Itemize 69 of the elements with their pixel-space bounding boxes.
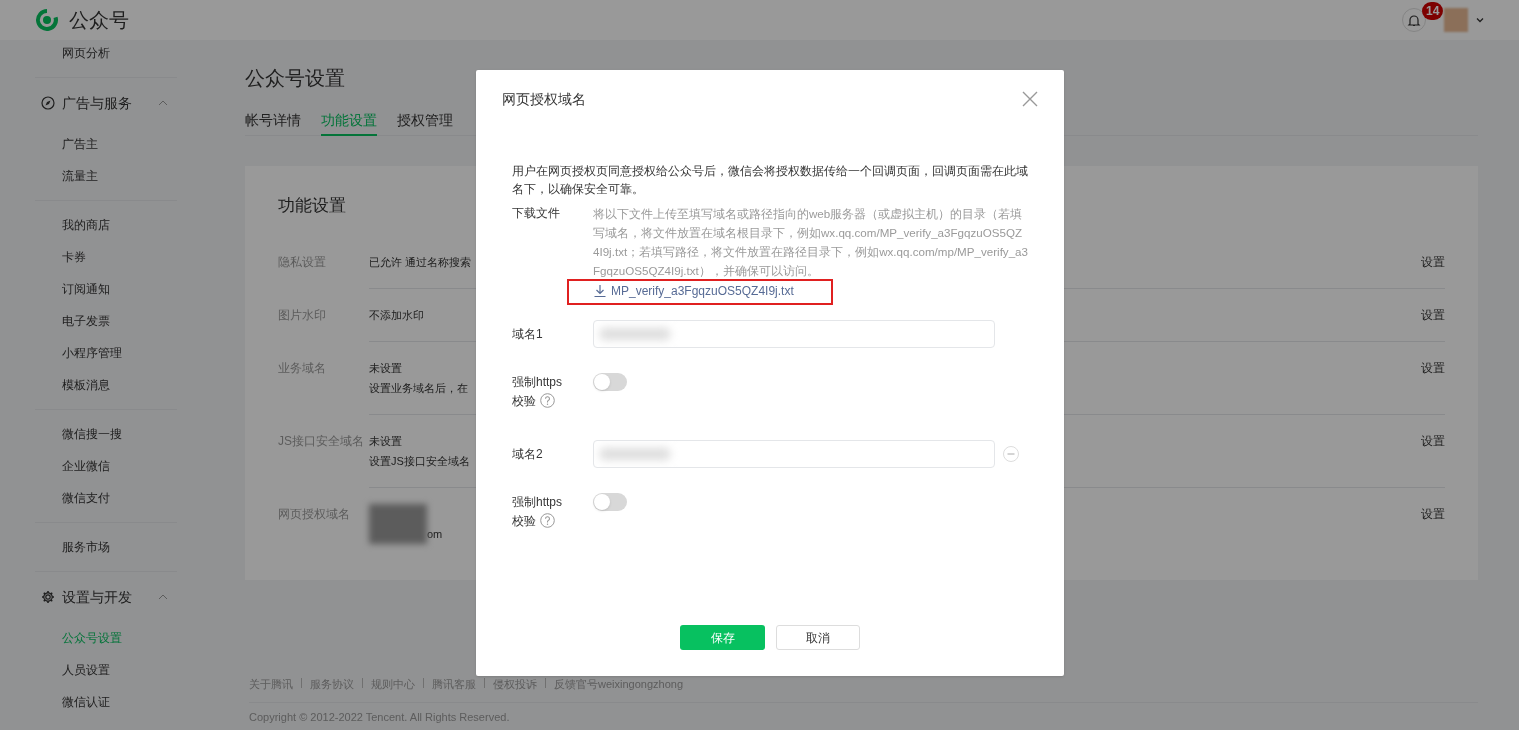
field-label: 校验 bbox=[512, 392, 536, 410]
row-label: 业务域名 bbox=[278, 361, 326, 375]
row-value: 不添加水印 bbox=[369, 308, 424, 323]
cancel-button[interactable]: 取消 bbox=[776, 625, 860, 650]
compass-icon bbox=[41, 96, 55, 110]
settings-icon bbox=[41, 590, 55, 604]
settings-link[interactable]: 设置 bbox=[1421, 361, 1445, 375]
avatar[interactable] bbox=[1444, 8, 1468, 32]
domain-input[interactable] bbox=[593, 320, 995, 348]
app-title: 公众号 bbox=[69, 8, 129, 33]
sidebar-item[interactable]: 微信认证 bbox=[62, 693, 110, 711]
tab[interactable]: 授权管理 bbox=[397, 107, 453, 136]
close-icon bbox=[1021, 90, 1039, 108]
row-label: 图片水印 bbox=[278, 308, 326, 322]
sidebar-section[interactable]: 设置与开发 bbox=[62, 586, 132, 608]
sidebar-item[interactable]: 电子发票 bbox=[62, 312, 110, 330]
remove-button[interactable] bbox=[1003, 446, 1019, 462]
download-link[interactable]: MP_verify_a3FgqzuOS5QZ4I9j.txt bbox=[593, 282, 794, 300]
toggle-switch[interactable] bbox=[593, 373, 627, 391]
settings-link[interactable]: 设置 bbox=[1421, 434, 1445, 448]
card-title: 功能设置 bbox=[278, 195, 346, 217]
field-label: 域名1 bbox=[512, 327, 543, 341]
sidebar-item[interactable]: 模板消息 bbox=[62, 376, 110, 394]
bell-icon bbox=[1407, 13, 1421, 27]
sidebar-item[interactable]: 小程序管理 bbox=[62, 344, 122, 362]
sidebar-item[interactable]: 微信搜一搜 bbox=[62, 425, 122, 443]
sidebar-item[interactable]: 广告主 bbox=[62, 135, 98, 153]
settings-link[interactable]: 设置 bbox=[1421, 255, 1445, 269]
settings-link[interactable]: 设置 bbox=[1421, 507, 1445, 521]
toggle-switch[interactable] bbox=[593, 493, 627, 511]
field-label: 强制https bbox=[512, 373, 562, 391]
sidebar-item[interactable]: 微信支付 bbox=[62, 489, 110, 507]
blurred-value bbox=[600, 448, 670, 460]
blurred-value bbox=[369, 504, 427, 544]
row-value: om bbox=[427, 527, 443, 542]
page-title: 公众号设置 bbox=[245, 66, 345, 91]
tab[interactable]: 帐号详情 bbox=[245, 107, 301, 136]
blurred-value bbox=[600, 328, 670, 340]
sidebar-item[interactable]: 服务市场 bbox=[62, 538, 110, 556]
dialog-title: 网页授权域名 bbox=[502, 90, 586, 109]
sidebar-item[interactable]: 网页分析 bbox=[62, 44, 110, 62]
field-label: 强制https bbox=[512, 493, 562, 511]
row-value: 设置业务域名后，在 bbox=[369, 381, 468, 396]
notification-badge: 14 bbox=[1422, 2, 1444, 20]
sidebar-item[interactable]: 流量主 bbox=[62, 167, 98, 185]
sidebar-section[interactable]: 广告与服务 bbox=[62, 92, 132, 114]
sidebar-item[interactable]: 卡券 bbox=[62, 248, 86, 266]
help-icon bbox=[540, 393, 555, 408]
download-icon bbox=[593, 284, 607, 298]
logo-icon bbox=[33, 6, 61, 34]
instructions-text: 将以下文件上传至填写域名或路径指向的web服务器（或虚拟主机）的目录（若填写域名，将文件放置在域名根目录下，例如wx.qq.com/MP_verify_a3FgqzuOS5QZ4I9j.txt；若填写路径，将文件放置在路径目录下，例如wx.qq.com/mp/MP_verify_a3FgqzuOS5QZ4I9j.txt），并确保可以访问。 bbox=[593, 206, 1028, 279]
field-label: 校验 bbox=[512, 512, 536, 530]
field-label: 域名2 bbox=[512, 447, 543, 461]
settings-link[interactable]: 设置 bbox=[1421, 308, 1445, 322]
sidebar-item[interactable]: 我的商店 bbox=[62, 216, 110, 234]
sidebar-item[interactable]: 订阅通知 bbox=[62, 280, 110, 298]
row-value: 已允许 通过名称搜索 bbox=[369, 255, 472, 270]
sidebar-item[interactable]: 企业微信 bbox=[62, 457, 110, 475]
minus-icon bbox=[1003, 446, 1019, 462]
close-button[interactable] bbox=[1020, 89, 1040, 109]
domain-input[interactable] bbox=[593, 440, 995, 468]
row-value: 未设置 bbox=[369, 361, 402, 376]
help-icon bbox=[540, 513, 555, 528]
row-value: 未设置 bbox=[369, 434, 402, 449]
row-value: 设置JS接口安全域名 bbox=[369, 454, 470, 469]
dialog-description: 用户在网页授权页同意授权给公众号后，微信会将授权数据传给一个回调页面，回调页面需在此域名下，以确保安全可靠。 bbox=[512, 163, 1029, 197]
field-label: 下载文件 bbox=[512, 206, 560, 220]
sidebar-item[interactable]: 人员设置 bbox=[62, 661, 110, 679]
row-label: 网页授权域名 bbox=[278, 507, 350, 521]
